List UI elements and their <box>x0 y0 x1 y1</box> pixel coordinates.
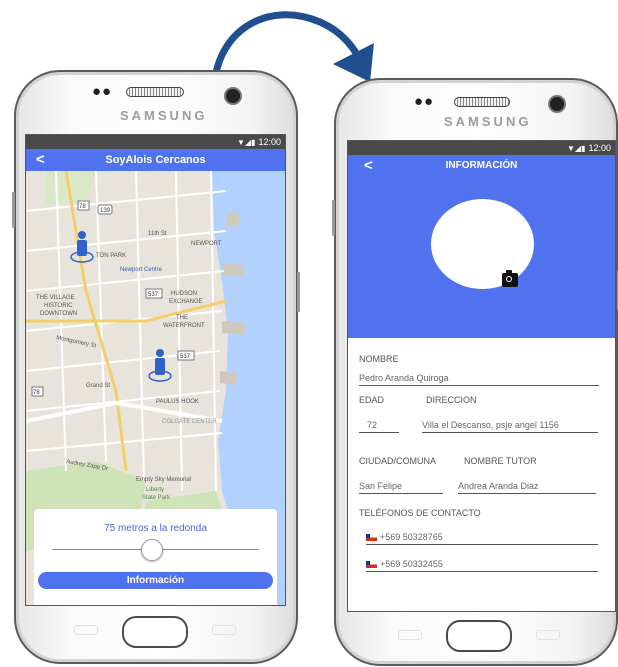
route-shield: 139 <box>100 208 111 214</box>
map-label: 11th St <box>148 231 167 237</box>
power-button <box>297 272 300 312</box>
front-camera <box>224 87 242 105</box>
phone-field-2[interactable]: +569 50332455 <box>366 559 598 572</box>
telefonos-label: TELÉFONOS DE CONTACTO <box>359 508 481 518</box>
tutor-field[interactable]: Andrea Aranda Diaz <box>458 481 596 494</box>
info-form: NOMBRE Pedro Aranda Quiroga EDAD DIRECCI… <box>348 338 615 611</box>
signal-battery-icon: ▼◢▮ <box>566 144 586 153</box>
phone-2-value: +569 50332455 <box>380 559 443 569</box>
map-label: Newport Centre <box>120 267 163 273</box>
map-label: EXCHANGE <box>169 299 203 305</box>
side-button <box>332 200 335 236</box>
sensor-dots: ●● <box>414 93 435 110</box>
map-label: NEWPORT <box>191 241 222 247</box>
sensor-dots: ●● <box>92 83 113 100</box>
phone-field-1[interactable]: +569 50328765 <box>366 532 598 545</box>
map-label: Grand St <box>86 383 110 389</box>
route-shield: 537 <box>148 292 159 298</box>
nav-back-icon[interactable] <box>536 630 560 640</box>
radius-slider-thumb[interactable] <box>141 539 163 561</box>
camera-icon[interactable] <box>502 270 518 287</box>
status-bar: ▼◢▮ 12:00 <box>348 141 615 155</box>
status-time: 12:00 <box>258 137 281 147</box>
tutor-label: NOMBRE TUTOR <box>464 456 537 466</box>
direccion-field[interactable]: Villa el Descanso, psje angel 1156 <box>422 420 598 433</box>
route-shield: 537 <box>180 354 191 360</box>
phone-1-value: +569 50328765 <box>380 532 443 542</box>
edad-label: EDAD <box>359 395 385 405</box>
map-screen: ▼◢▮ 12:00 < SoyAlois Cercanos 139 78 537… <box>25 134 286 606</box>
map-label: THE <box>176 315 188 321</box>
direccion-label: DIRECCION <box>426 395 477 405</box>
side-button <box>12 192 15 228</box>
chile-flag-icon <box>366 561 377 569</box>
earpiece <box>454 97 510 107</box>
ciudad-field[interactable]: San Felipe <box>359 481 443 494</box>
map-label: HISTORIC <box>44 303 73 309</box>
home-button[interactable] <box>446 620 512 652</box>
app-bar: < INFORMACIÓN <box>348 155 615 177</box>
route-shield: 78 <box>33 390 40 396</box>
radius-label: 75 metros a la redonda <box>104 523 207 534</box>
home-button[interactable] <box>122 616 188 648</box>
chile-flag-icon <box>366 534 377 542</box>
ciudad-label: CIUDAD/COMUNA <box>359 456 437 466</box>
earpiece <box>126 87 184 97</box>
edad-field[interactable]: 72 <box>359 420 399 433</box>
map-label: DOWNTOWN <box>40 311 77 317</box>
front-camera <box>548 95 566 113</box>
app-bar: < SoyAlois Cercanos <box>26 149 285 171</box>
right-phone: ●● SAMSUNG ▼◢▮ 12:00 < INFORMACIÓN NOMBRE… <box>332 78 618 666</box>
map-label: TON PARK <box>96 253 126 259</box>
nav-recent-icon[interactable] <box>398 630 422 640</box>
map-label: PAULUS HOOK <box>156 399 199 405</box>
map-label: HUDSON <box>171 291 197 297</box>
back-chevron-icon[interactable]: < <box>36 149 45 170</box>
screen-title: INFORMACIÓN <box>445 160 518 171</box>
avatar[interactable] <box>431 199 534 289</box>
map-label: State Park <box>142 495 171 501</box>
status-bar: ▼◢▮ 12:00 <box>26 135 285 149</box>
back-chevron-icon[interactable]: < <box>364 155 373 176</box>
map-label: WATERFRONT <box>163 323 205 329</box>
screen-title: SoyAlois Cercanos <box>105 154 206 166</box>
status-time: 12:00 <box>588 143 611 153</box>
signal-battery-icon: ▼◢▮ <box>236 138 256 147</box>
map-label: Liberty <box>146 487 164 493</box>
brand-logo: SAMSUNG <box>120 108 208 123</box>
map-label: Empty Sky Memorial <box>136 477 191 483</box>
nombre-field[interactable]: Pedro Aranda Quiroga <box>359 373 599 386</box>
map-view[interactable]: 139 78 537 537 78 TON PARK Newport Centr… <box>26 171 285 605</box>
informacion-button[interactable]: Información <box>38 572 273 589</box>
map-label: COLGATE CENTER <box>162 419 217 425</box>
nav-back-icon[interactable] <box>212 625 236 635</box>
route-shield: 78 <box>79 204 86 210</box>
nav-recent-icon[interactable] <box>74 625 98 635</box>
radius-control-panel: 75 metros a la redonda Información <box>34 509 277 605</box>
profile-header <box>348 177 615 338</box>
left-phone: ●● SAMSUNG ▼◢▮12:00 < SoyAlois Cercanos <box>12 70 300 664</box>
nombre-label: NOMBRE <box>359 354 399 364</box>
map-label: THE VILLAGE <box>36 295 75 301</box>
info-screen: ▼◢▮ 12:00 < INFORMACIÓN NOMBRE Pedro Aran… <box>347 140 616 612</box>
brand-logo: SAMSUNG <box>444 114 532 129</box>
